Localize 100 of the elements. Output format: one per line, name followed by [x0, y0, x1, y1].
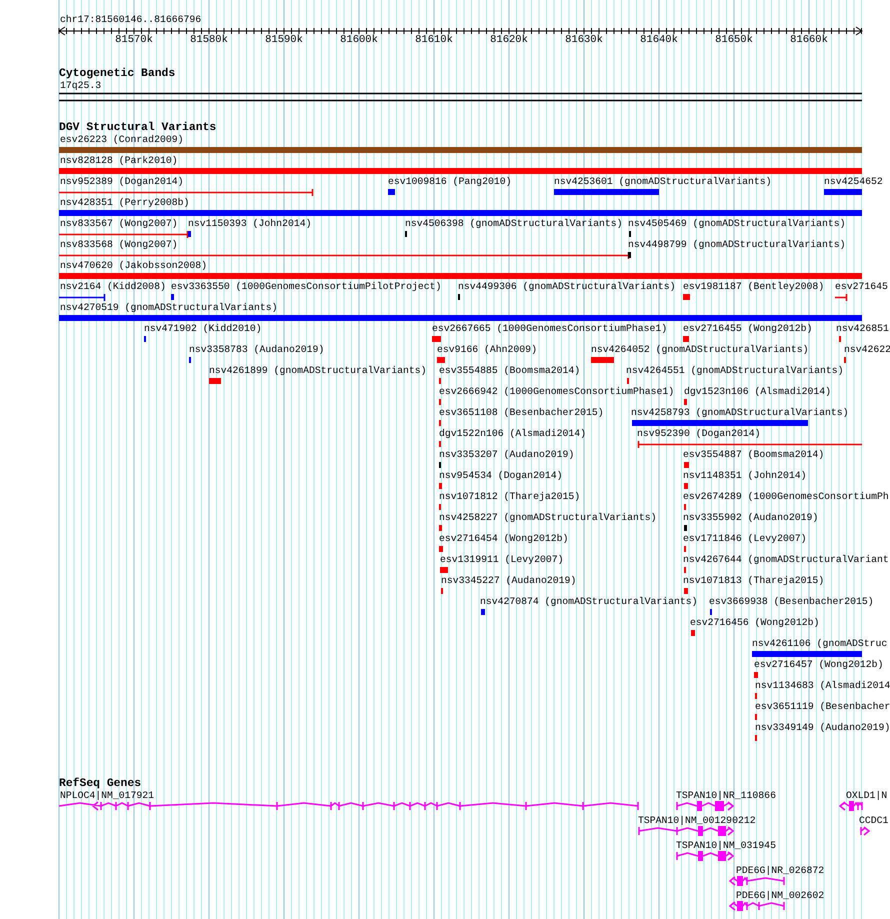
- variant-label: nsv833567 (Wong2007): [60, 218, 178, 230]
- variant-bar[interactable]: [59, 273, 862, 279]
- variant-bar[interactable]: [188, 231, 191, 237]
- tick-label: 81580k: [189, 34, 229, 46]
- gene-model-drawing[interactable]: [638, 826, 734, 836]
- variant-bar[interactable]: [439, 483, 442, 489]
- variant-bar[interactable]: [439, 525, 442, 531]
- variant-line[interactable]: [637, 440, 863, 449]
- variant-label: nsv1071813 (Thareja2015): [683, 575, 824, 587]
- variant-label: nsv4505469 (gnomADStructuralVariants): [628, 218, 846, 230]
- variant-bar[interactable]: [754, 672, 758, 678]
- variant-bar[interactable]: [440, 567, 448, 573]
- variant-bar[interactable]: [481, 609, 485, 615]
- variant-label: nsv4264052 (gnomADStructuralVariants): [591, 344, 809, 356]
- gene-model-drawing[interactable]: [676, 801, 734, 811]
- variant-label: nsv3358783 (Audano2019): [189, 344, 324, 356]
- variant-label: nsv3345227 (Audano2019): [441, 575, 576, 587]
- variant-bar[interactable]: [684, 399, 687, 405]
- variant-label: nsv2164 (Kidd2008): [60, 281, 166, 293]
- variant-bar[interactable]: [824, 189, 862, 195]
- variant-label: esv1009816 (Pang2010): [388, 176, 512, 188]
- variant-bar[interactable]: [439, 546, 443, 552]
- tick-label: 81660k: [789, 34, 829, 46]
- variant-bar[interactable]: [59, 210, 862, 216]
- variant-label: esv2716457 (Wong2012b): [754, 659, 884, 671]
- variant-bar[interactable]: [683, 336, 689, 342]
- variant-label: nsv470620 (Jakobsson2008): [60, 260, 207, 272]
- tick-label: 81630k: [564, 34, 604, 46]
- variant-label: nsv952389 (Dogan2014): [60, 176, 184, 188]
- variant-label: nsv4270874 (gnomADStructuralVariants): [480, 596, 698, 608]
- variant-bar[interactable]: [171, 294, 174, 300]
- variant-line[interactable]: [58, 230, 189, 239]
- variant-bar[interactable]: [591, 357, 614, 363]
- variant-label: nsv828128 (Park2010): [60, 155, 178, 167]
- variant-line[interactable]: [834, 293, 848, 302]
- variant-bar[interactable]: [432, 336, 441, 342]
- variant-label: nsv1071812 (Thareja2015): [439, 491, 580, 503]
- variant-bar[interactable]: [388, 189, 395, 195]
- variant-bar[interactable]: [209, 378, 221, 384]
- variant-label: esv2674289 (1000GenomesConsortiumPh: [683, 491, 889, 503]
- variant-bar[interactable]: [684, 525, 687, 531]
- variant-label: nsv4264551 (gnomADStructuralVariants): [626, 365, 844, 377]
- gene-label: PDE6G|NM_002602: [736, 890, 824, 902]
- variant-label: esv1981187 (Bentley2008): [683, 281, 824, 293]
- variant-bar[interactable]: [59, 147, 862, 153]
- variant-bar[interactable]: [554, 189, 659, 195]
- variant-label: nsv3349149 (Audano2019): [755, 722, 890, 734]
- gene-label: TSPAN10|NR_110866: [676, 790, 776, 802]
- variant-label: nsv4258793 (gnomADStructuralVariants): [631, 407, 849, 419]
- variant-label: nsv1150393 (John2014): [188, 218, 312, 230]
- variant-bar[interactable]: [632, 420, 808, 426]
- gene-label: CCDC1: [859, 815, 888, 827]
- variant-label: nsv4267644 (gnomADStructuralVariant: [683, 554, 889, 566]
- variant-label: nsv4261106 (gnomADStruc: [752, 638, 888, 650]
- variant-label: nsv4258227 (gnomADStructuralVariants): [439, 512, 657, 524]
- variant-bar[interactable]: [59, 315, 862, 321]
- variant-label: nsv3353207 (Audano2019): [439, 449, 574, 461]
- gene-label: NPLOC4|NM_017921: [60, 790, 154, 802]
- gene-model-drawing[interactable]: [838, 801, 863, 811]
- gene-model-drawing[interactable]: [58, 801, 639, 811]
- variant-line[interactable]: [58, 188, 314, 197]
- variant-label: esv1319911 (Levy2007): [440, 554, 564, 566]
- gene-model-drawing[interactable]: [676, 851, 734, 861]
- variant-bar[interactable]: [684, 588, 688, 594]
- variant-label: nsv4499306 (gnomADStructuralVariants): [458, 281, 676, 293]
- variant-label: esv2667665 (1000GenomesConsortiumPhase1): [432, 323, 668, 335]
- tick-label: 81650k: [714, 34, 754, 46]
- variant-label: esv2716455 (Wong2012b): [683, 323, 812, 335]
- variant-bar[interactable]: [59, 168, 862, 174]
- variant-bar[interactable]: [437, 357, 445, 363]
- variant-label: esv3554887 (Boomsma2014): [683, 449, 824, 461]
- gene-model-drawing[interactable]: [860, 826, 870, 836]
- variant-label: nsv4270519 (gnomADStructuralVariants): [60, 302, 278, 314]
- variant-bar[interactable]: [628, 252, 631, 258]
- gene-model-drawing[interactable]: [728, 876, 785, 886]
- gene-label: TSPAN10|NM_031945: [676, 840, 776, 852]
- gene-label: OXLD1|N: [846, 790, 888, 802]
- variant-label: esv2716456 (Wong2012b): [690, 617, 820, 629]
- track-title: Cytogenetic Bands: [59, 68, 176, 80]
- variant-label: esv26223 (Conrad2009): [60, 134, 184, 146]
- variant-bar[interactable]: [684, 462, 689, 468]
- variant-bar[interactable]: [752, 651, 862, 657]
- tick-label: 81590k: [264, 34, 304, 46]
- variant-label: esv3363550 (1000GenomesConsortiumPilotProject): [171, 281, 442, 293]
- variant-label: nsv1134683 (Alsmadi2014: [755, 680, 890, 692]
- track-title: DGV Structural Variants: [59, 122, 216, 134]
- gene-label: PDE6G|NR_026872: [736, 865, 824, 877]
- variant-label: esv1711846 (Levy2007): [683, 533, 806, 545]
- variant-label: esv3669938 (Besenbacher2015): [709, 596, 874, 608]
- gene-model-drawing[interactable]: [728, 901, 785, 911]
- variant-bar[interactable]: [684, 483, 688, 489]
- variant-label: esv9166 (Ahn2009): [437, 344, 537, 356]
- variant-line[interactable]: [58, 293, 106, 302]
- variant-label: nsv954534 (Dogan2014): [439, 470, 562, 482]
- variant-label: esv271645: [835, 281, 888, 293]
- variant-bar[interactable]: [683, 294, 690, 300]
- variant-label: esv3554885 (Boomsma2014): [439, 365, 580, 377]
- variant-label: dgv1522n106 (Alsmadi2014): [439, 428, 586, 440]
- variant-label: nsv1148351 (John2014): [683, 470, 806, 482]
- variant-bar[interactable]: [691, 630, 695, 636]
